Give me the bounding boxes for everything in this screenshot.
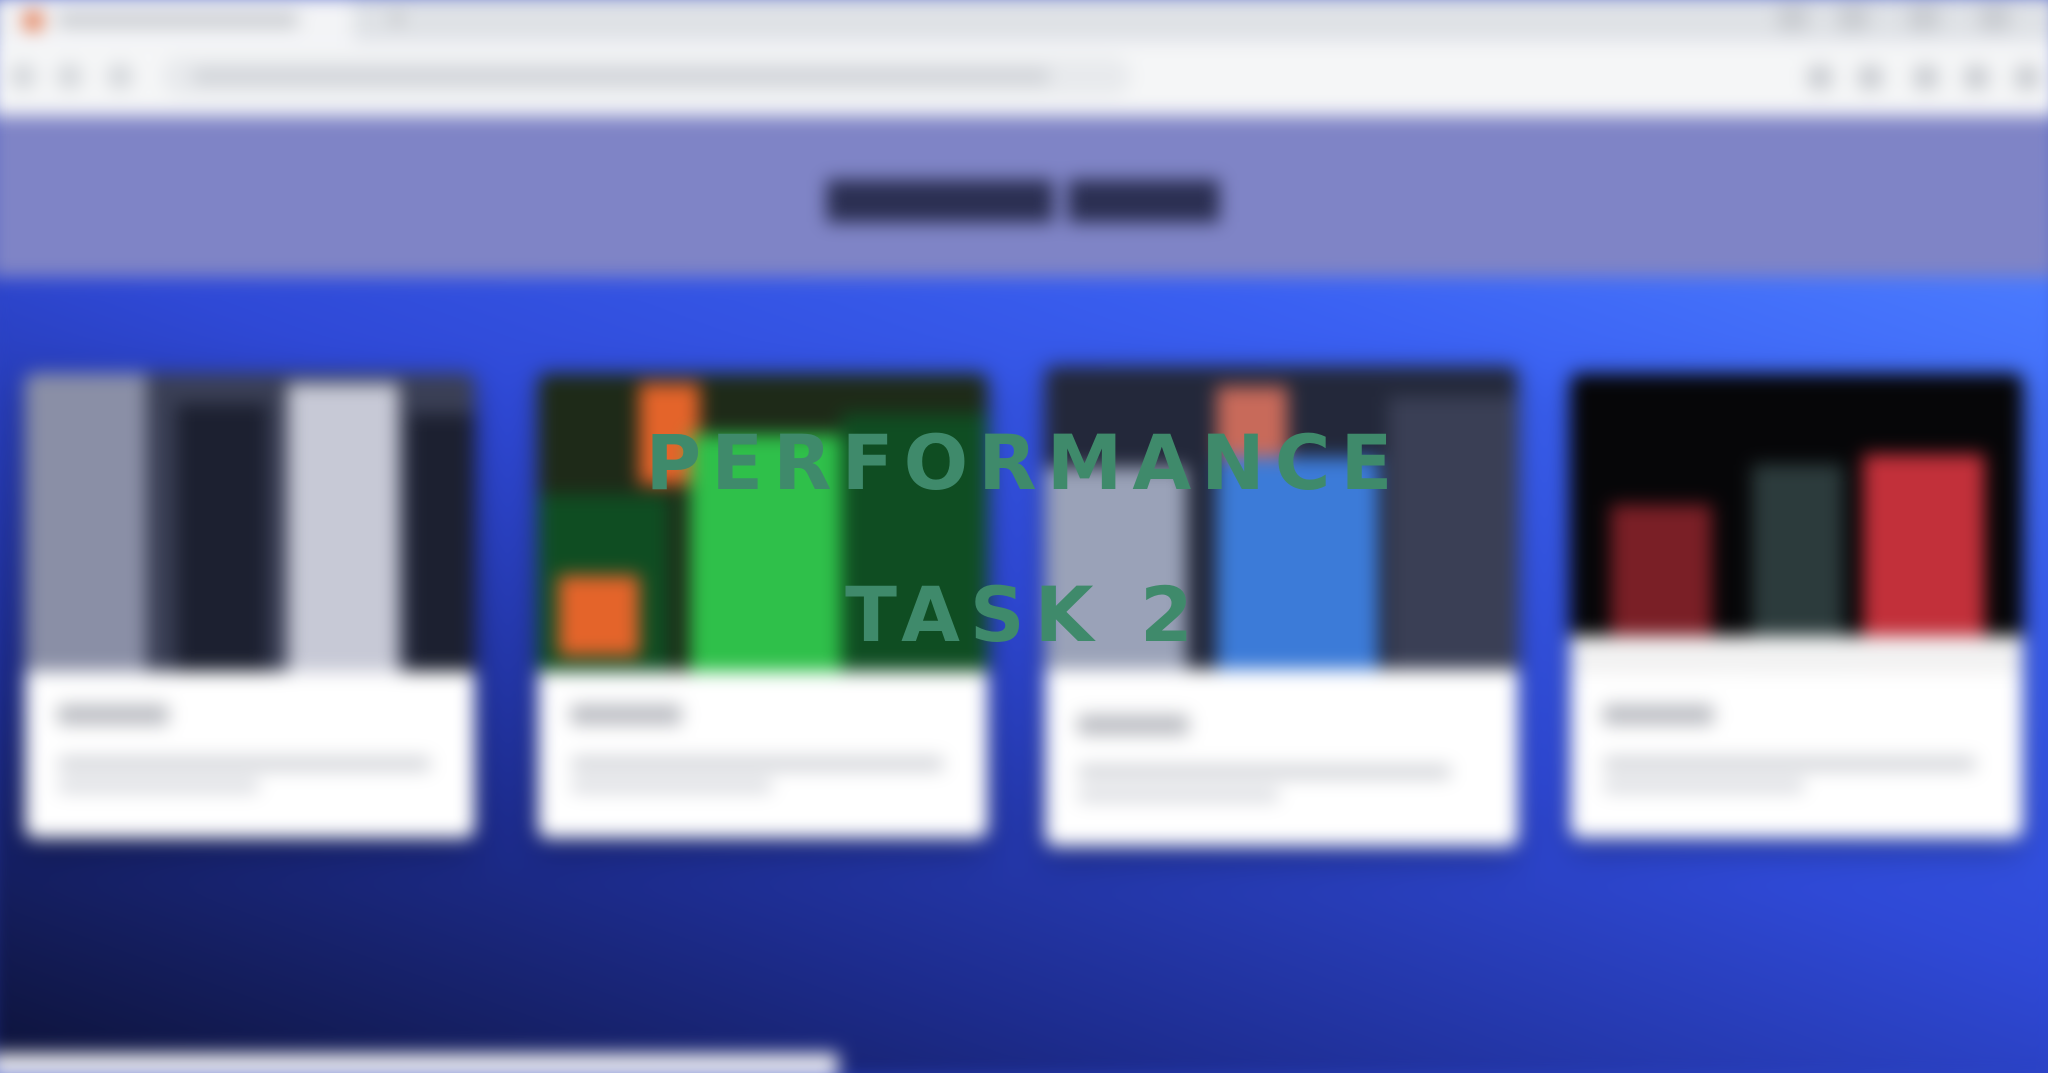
card-headline-placeholder bbox=[1077, 765, 1452, 779]
card-headline-placeholder bbox=[570, 757, 945, 771]
maximize-icon[interactable] bbox=[1838, 4, 1869, 31]
url-text-placeholder bbox=[191, 69, 1051, 84]
news-card-image bbox=[1045, 366, 1518, 670]
card-category-placeholder bbox=[570, 704, 682, 725]
news-card-image bbox=[538, 373, 988, 672]
plus-icon[interactable]: + bbox=[389, 7, 413, 29]
news-card[interactable] bbox=[538, 373, 988, 838]
back-arrow-icon[interactable] bbox=[9, 63, 37, 90]
tab-title-placeholder bbox=[56, 12, 299, 27]
address-bar[interactable] bbox=[161, 57, 1132, 96]
extension-icon[interactable] bbox=[1913, 65, 1939, 90]
card-headline-placeholder bbox=[570, 779, 773, 793]
news-card[interactable] bbox=[1045, 366, 1518, 847]
card-headline-placeholder bbox=[1077, 788, 1280, 802]
card-headline-placeholder bbox=[57, 757, 432, 771]
card-category-placeholder bbox=[1077, 714, 1189, 735]
bookmark-icon[interactable] bbox=[1807, 65, 1832, 90]
reload-icon[interactable] bbox=[106, 63, 134, 90]
blurred-browser-screenshot: + ▆▆▆▆▆▆ ▆▆▆▆ bbox=[0, 0, 2048, 1073]
news-card[interactable] bbox=[1570, 373, 2023, 838]
card-headline-placeholder bbox=[1602, 757, 1977, 771]
site-favicon-icon bbox=[24, 11, 43, 30]
extension-icon[interactable] bbox=[1858, 65, 1883, 90]
minimize-icon[interactable] bbox=[1777, 4, 1808, 31]
news-card-image bbox=[25, 373, 475, 672]
card-headline-placeholder bbox=[1602, 779, 1805, 793]
menu-icon[interactable] bbox=[2014, 65, 2040, 90]
card-category-placeholder bbox=[1602, 704, 1714, 725]
screenshot-page: + ▆▆▆▆▆▆ ▆▆▆▆ PERFORMANCE TASK 2 bbox=[0, 0, 2048, 1073]
profile-icon[interactable] bbox=[1908, 4, 1940, 31]
forward-arrow-icon[interactable] bbox=[56, 63, 83, 90]
close-icon[interactable] bbox=[1979, 4, 2010, 31]
news-card[interactable] bbox=[25, 373, 475, 838]
card-category-placeholder bbox=[57, 704, 169, 725]
window-controls bbox=[1777, 4, 2040, 31]
site-title-blurred: ▆▆▆▆▆▆ ▆▆▆▆ bbox=[827, 167, 1221, 220]
browser-tab[interactable] bbox=[0, 0, 354, 42]
site-header: ▆▆▆▆▆▆ ▆▆▆▆ bbox=[0, 115, 2048, 278]
browser-tab-strip: + bbox=[0, 0, 2048, 42]
profile-avatar-icon[interactable] bbox=[1964, 65, 1989, 90]
card-headline-placeholder bbox=[57, 779, 260, 793]
horizontal-scrollbar[interactable] bbox=[0, 1053, 839, 1073]
news-card-image bbox=[1570, 373, 2023, 672]
browser-toolbar bbox=[0, 41, 2048, 116]
